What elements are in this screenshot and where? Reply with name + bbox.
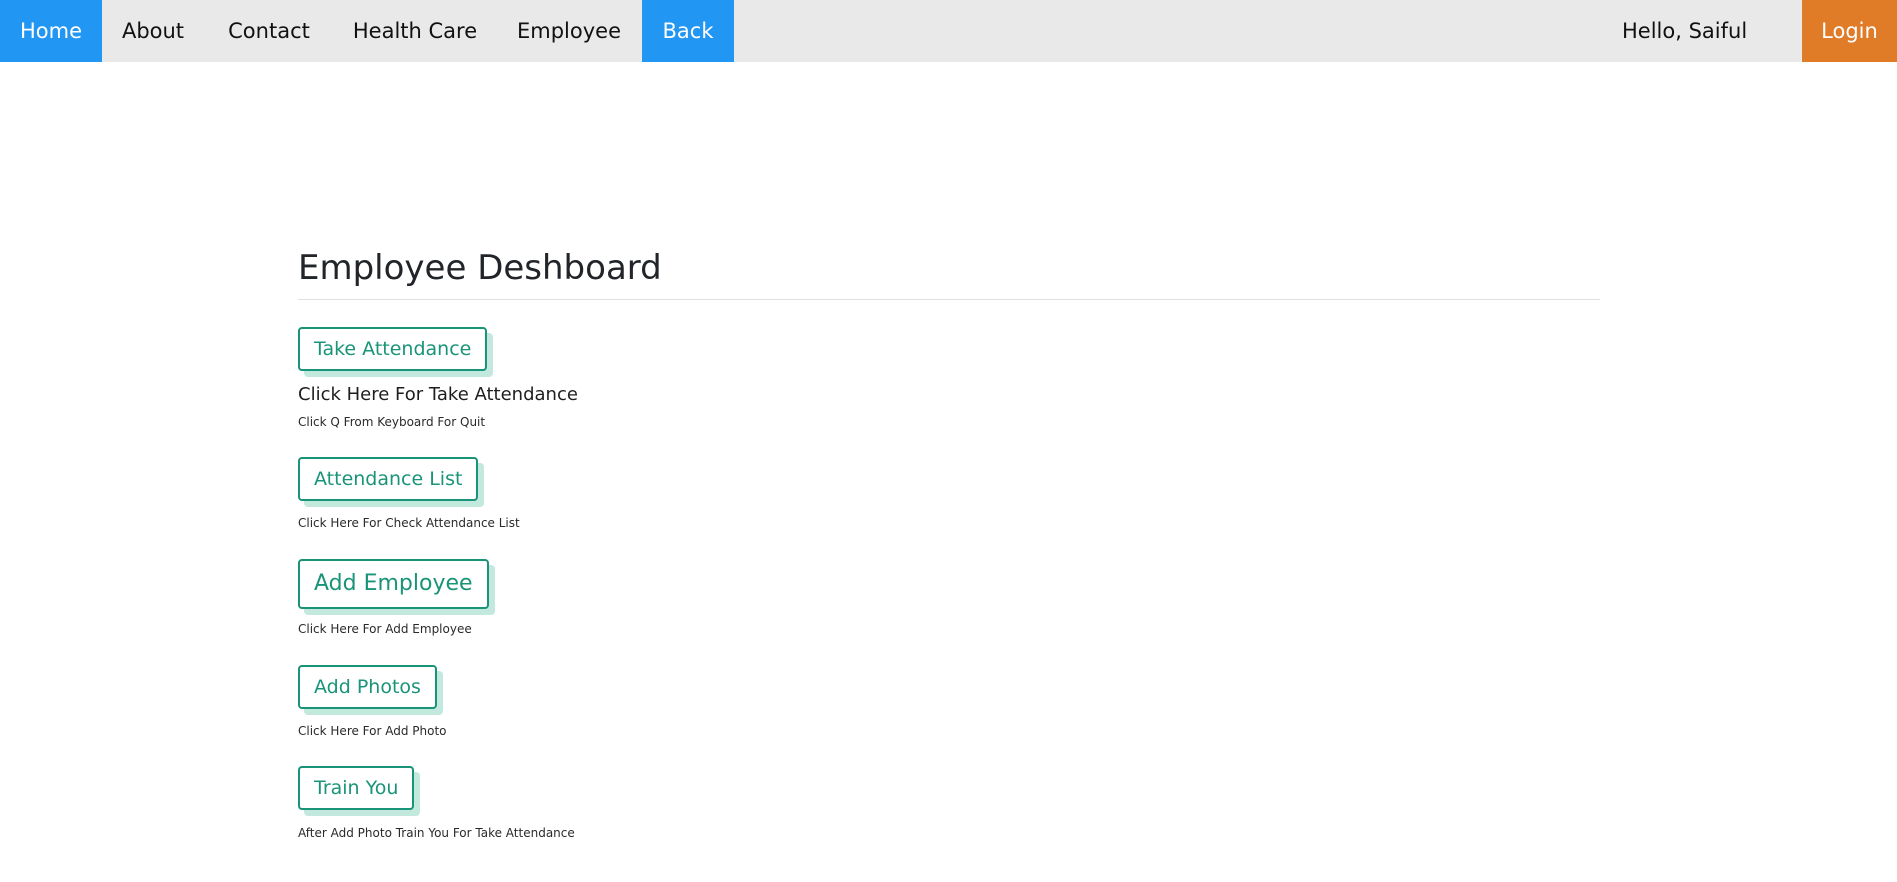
user-greeting: Hello, Saiful bbox=[1622, 19, 1748, 43]
nav-employee-link[interactable]: Employee bbox=[496, 0, 642, 62]
attendance-list-button[interactable]: Attendance List bbox=[298, 457, 479, 501]
nav-back-link[interactable]: Back bbox=[642, 0, 734, 62]
add-photos-button[interactable]: Add Photos bbox=[298, 665, 437, 709]
add-employee-button[interactable]: Add Employee bbox=[298, 559, 489, 609]
train-you-hint: After Add Photo Train You For Take Atten… bbox=[298, 826, 575, 840]
page-title: Employee Deshboard bbox=[298, 248, 662, 288]
employee-dashboard: Employee Deshboard Take Attendance Click… bbox=[298, 240, 1600, 840]
top-navbar: Home About Contact Health Care Employee … bbox=[0, 0, 1897, 62]
title-divider bbox=[298, 299, 1600, 300]
add-photos-hint: Click Here For Add Photo bbox=[298, 724, 447, 738]
take-attendance-subheading: Click Here For Take Attendance bbox=[298, 384, 578, 405]
login-button[interactable]: Login bbox=[1802, 0, 1897, 62]
attendance-list-hint: Click Here For Check Attendance List bbox=[298, 516, 520, 530]
take-attendance-hint: Click Q From Keyboard For Quit bbox=[298, 415, 486, 429]
train-you-button[interactable]: Train You bbox=[298, 766, 415, 810]
add-employee-hint: Click Here For Add Employee bbox=[298, 622, 472, 636]
nav-home-link[interactable]: Home bbox=[0, 0, 102, 62]
nav-about-link[interactable]: About bbox=[102, 0, 204, 62]
take-attendance-button[interactable]: Take Attendance bbox=[298, 327, 488, 371]
nav-health-care-link[interactable]: Health Care bbox=[334, 0, 496, 62]
nav-contact-link[interactable]: Contact bbox=[204, 0, 334, 62]
